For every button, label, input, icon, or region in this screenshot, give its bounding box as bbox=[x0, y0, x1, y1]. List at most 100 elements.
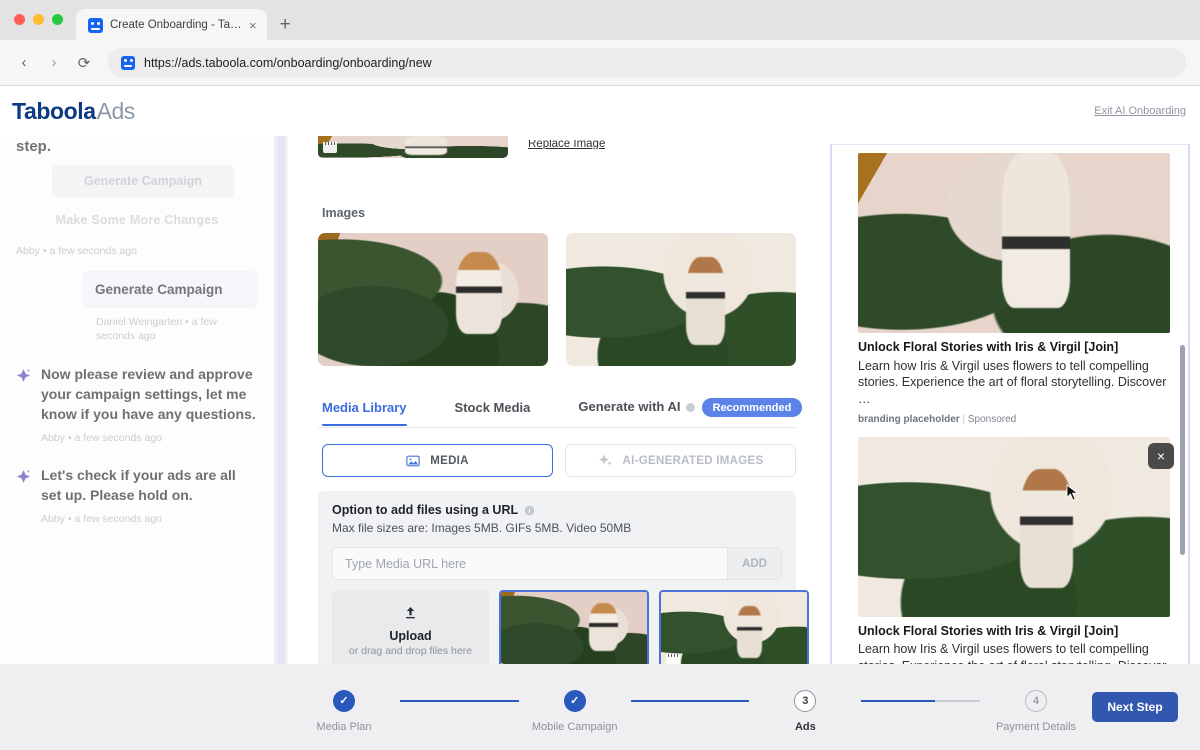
step-marker: 4 bbox=[1025, 690, 1047, 712]
sparkle-icon bbox=[598, 453, 613, 468]
upload-subtitle: or drag and drop files here bbox=[349, 645, 472, 657]
preview-scrollbar[interactable] bbox=[1180, 345, 1185, 555]
window-traffic-lights bbox=[14, 14, 63, 25]
selected-media-thumbnail[interactable] bbox=[499, 590, 649, 672]
mouse-cursor bbox=[1066, 484, 1079, 508]
ad-preview-title: Unlock Floral Stories with Iris & Virgil… bbox=[858, 340, 1170, 356]
add-url-button[interactable]: ADD bbox=[727, 548, 781, 579]
browser-toolbar: ‹ › ⟳ https://ads.taboola.com/onboarding… bbox=[0, 40, 1200, 86]
taboola-ads-app: TaboolaAds Exit AI Onboarding step. Gene… bbox=[0, 86, 1200, 750]
images-section-label: Images bbox=[322, 206, 796, 220]
image-card[interactable] bbox=[566, 233, 796, 366]
step-label: Payment Details bbox=[996, 721, 1076, 733]
image-icon bbox=[406, 454, 420, 468]
user-message-bubble: Generate Campaign bbox=[82, 271, 258, 308]
generate-campaign-button-disabled[interactable]: Generate Campaign bbox=[52, 165, 234, 197]
app-header: TaboolaAds Exit AI Onboarding bbox=[0, 86, 1200, 136]
browser-tabstrip: Create Onboarding - Taboola × + bbox=[0, 0, 1200, 40]
step-marker: ✓ bbox=[333, 690, 355, 712]
media-source-tabs: Media Library Stock Media Generate with … bbox=[318, 392, 796, 428]
upload-icon bbox=[403, 605, 418, 624]
creative-thumbnail-cropped[interactable] bbox=[318, 136, 508, 158]
address-bar[interactable]: https://ads.taboola.com/onboarding/onboa… bbox=[108, 48, 1186, 77]
media-url-input[interactable]: Type Media URL here bbox=[333, 548, 727, 579]
ad-preview-panel: Unlock Floral Stories with Iris & Virgil… bbox=[820, 136, 1200, 750]
forward-icon[interactable]: › bbox=[44, 54, 64, 71]
step-label: Mobile Campaign bbox=[532, 721, 618, 733]
chat-panel: step. Generate Campaign Make Some More C… bbox=[0, 136, 274, 750]
upload-dropzone[interactable]: Upload or drag and drop files here bbox=[332, 590, 489, 672]
tab-title: Create Onboarding - Taboola bbox=[110, 19, 242, 31]
ad-preview-brand-name: branding placeholder bbox=[858, 414, 960, 425]
step-connector bbox=[400, 700, 519, 703]
back-icon[interactable]: ‹ bbox=[14, 54, 34, 71]
close-icon[interactable]: × bbox=[1148, 443, 1174, 469]
message-meta: Abby • a few seconds ago bbox=[16, 245, 258, 257]
tab-close-icon[interactable]: × bbox=[249, 19, 257, 32]
ad-preview-image[interactable] bbox=[858, 153, 1170, 333]
url-section-title-text: Option to add files using a URL bbox=[332, 503, 518, 517]
chat-message-list[interactable]: step. Generate Campaign Make Some More C… bbox=[0, 136, 274, 678]
new-tab-icon[interactable]: + bbox=[280, 14, 291, 36]
browser-window: Create Onboarding - Taboola × + ‹ › ⟳ ht… bbox=[0, 0, 1200, 750]
svg-text:i: i bbox=[529, 507, 531, 514]
exit-ai-onboarding-link[interactable]: Exit AI Onboarding bbox=[1094, 105, 1186, 117]
ads-creative-content: Replace Image Images Media Library Stock… bbox=[288, 136, 820, 750]
step-ads[interactable]: 3 Ads bbox=[749, 690, 861, 733]
step-marker: ✓ bbox=[564, 690, 586, 712]
panel-divider bbox=[274, 136, 288, 750]
taboola-favicon-icon bbox=[88, 18, 103, 33]
url-section-subtitle: Max file sizes are: Images 5MB. GIFs 5MB… bbox=[332, 521, 782, 535]
chat-truncated-text: step. bbox=[16, 136, 258, 155]
step-label: Media Plan bbox=[316, 721, 371, 733]
segment-ai-generated-images[interactable]: AI-GENERATED IMAGES bbox=[565, 444, 796, 477]
ad-preview-inner: Unlock Floral Stories with Iris & Virgil… bbox=[830, 144, 1190, 750]
sparkle-icon bbox=[16, 466, 31, 506]
step-mobile-campaign[interactable]: ✓ Mobile Campaign bbox=[519, 690, 631, 733]
ad-preview-description: Learn how Iris & Virgil uses flowers to … bbox=[858, 358, 1170, 408]
message-meta: Daniel Weingarten • a few seconds ago bbox=[96, 316, 258, 343]
info-icon[interactable]: i bbox=[524, 505, 535, 516]
image-card[interactable] bbox=[318, 233, 548, 366]
close-window-button[interactable] bbox=[14, 14, 25, 25]
assistant-message: Let's check if your ads are all set up. … bbox=[16, 466, 258, 506]
maximize-window-button[interactable] bbox=[52, 14, 63, 25]
url-section-title: Option to add files using a URL i bbox=[332, 503, 782, 517]
segment-media[interactable]: MEDIA bbox=[322, 444, 553, 477]
selected-media-thumbnail[interactable] bbox=[659, 590, 809, 672]
onboarding-stepper: ✓ Media Plan ✓ Mobile Campaign 3 Ads 4 P… bbox=[288, 682, 1092, 733]
browser-tab[interactable]: Create Onboarding - Taboola × bbox=[76, 9, 267, 41]
reload-icon[interactable]: ⟳ bbox=[74, 54, 94, 72]
ad-brand-separator: | bbox=[962, 414, 965, 425]
media-type-segments: MEDIA AI-GENERATED IMAGES bbox=[318, 444, 796, 477]
tab-stock-media-label: Stock Media bbox=[455, 400, 531, 415]
ad-preview-card: Unlock Floral Stories with Iris & Virgil… bbox=[858, 153, 1170, 425]
step-payment-details[interactable]: 4 Payment Details bbox=[980, 690, 1092, 733]
tab-generate-with-ai[interactable]: Generate with AIRecommended bbox=[578, 392, 802, 427]
step-connector bbox=[861, 700, 980, 703]
tab-media-library[interactable]: Media Library bbox=[322, 394, 407, 425]
media-url-field[interactable]: Type Media URL here ADD bbox=[332, 547, 782, 580]
upload-title: Upload bbox=[389, 629, 431, 643]
logo-ads-text: Ads bbox=[97, 98, 135, 125]
assistant-message: Now please review and approve your campa… bbox=[16, 365, 258, 425]
step-media-plan[interactable]: ✓ Media Plan bbox=[288, 690, 400, 733]
footer-stepper-bar: ✓ Media Plan ✓ Mobile Campaign 3 Ads 4 P… bbox=[0, 664, 1200, 750]
site-favicon-icon bbox=[121, 56, 135, 70]
step-marker: 3 bbox=[794, 690, 816, 712]
upload-row: Upload or drag and drop files here bbox=[332, 590, 782, 672]
next-step-button[interactable]: Next Step bbox=[1092, 692, 1178, 722]
ad-preview-brand: branding placeholder | Sponsored bbox=[858, 414, 1170, 425]
minimize-window-button[interactable] bbox=[33, 14, 44, 25]
info-icon[interactable] bbox=[686, 403, 695, 412]
sparkle-icon bbox=[16, 365, 31, 425]
message-meta: Abby • a few seconds ago bbox=[41, 513, 258, 525]
assistant-message-text: Now please review and approve your campa… bbox=[41, 365, 258, 425]
tab-stock-media[interactable]: Stock Media bbox=[455, 394, 531, 425]
assistant-message-text: Let's check if your ads are all set up. … bbox=[41, 466, 258, 506]
make-more-changes-button[interactable]: Make Some More Changes bbox=[16, 213, 258, 227]
ad-preview-image[interactable] bbox=[858, 437, 1170, 617]
taboola-ads-logo: TaboolaAds bbox=[12, 98, 135, 125]
replace-image-link[interactable]: Replace Image bbox=[528, 140, 605, 149]
message-meta: Abby • a few seconds ago bbox=[41, 432, 258, 444]
